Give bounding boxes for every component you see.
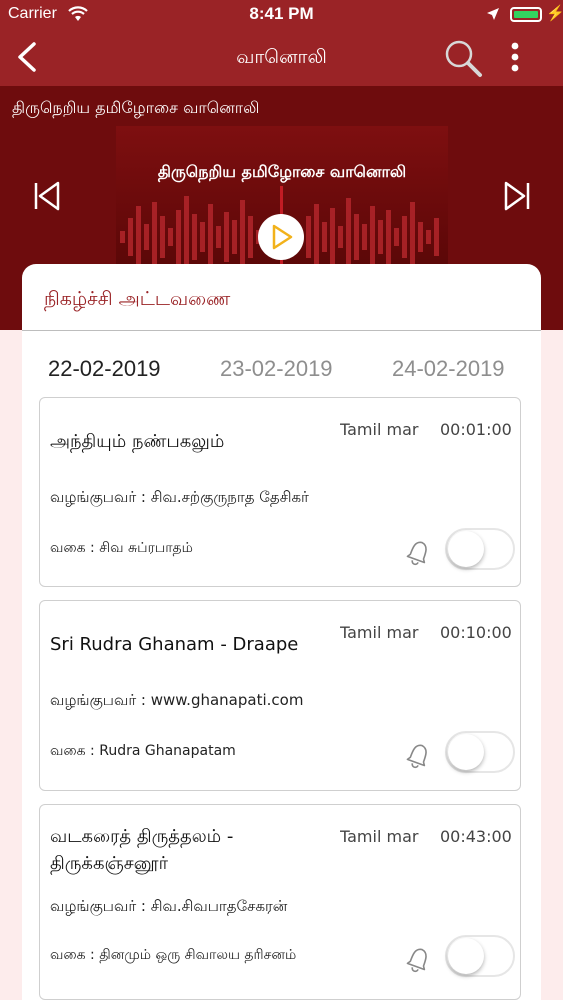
program-host: வழங்குபவர் : சிவ.சிவபாதசேகரன் xyxy=(50,897,288,915)
program-title: வடகரைத் திருத்தலம் - திருக்கஞ்சனூர் xyxy=(50,826,234,874)
charging-icon: ⚡ xyxy=(546,5,563,22)
reminder-toggle[interactable] xyxy=(445,731,515,773)
toggle-knob xyxy=(448,734,484,770)
previous-track-icon[interactable] xyxy=(32,180,62,212)
program-title: அந்தியும் நண்பகலும் xyxy=(50,431,225,452)
location-arrow-icon xyxy=(487,8,499,20)
date-tab[interactable]: 23-02-2019 xyxy=(220,356,333,382)
battery-icon xyxy=(510,7,542,22)
program-title: Sri Rudra Ghanam - Draape xyxy=(50,634,299,655)
program-language: Tamil mar xyxy=(340,420,419,439)
date-tab-selected[interactable]: 22-02-2019 xyxy=(48,356,161,382)
program-genre: வகை : Rudra Ghanapatam xyxy=(50,743,236,759)
program-host: வழங்குபவர் : www.ghanapati.com xyxy=(50,691,304,709)
date-tab[interactable]: 24-02-2019 xyxy=(392,356,505,382)
program-genre: வகை : சிவ சுப்ரபாதம் xyxy=(50,540,193,556)
reminder-toggle[interactable] xyxy=(445,935,515,977)
schedule-heading: நிகழ்ச்சி அட்டவணை xyxy=(44,288,231,310)
program-duration: 00:10:00 xyxy=(440,623,512,642)
program-language: Tamil mar xyxy=(340,623,419,642)
schedule-header: நிகழ்ச்சி அட்டவணை xyxy=(22,264,541,330)
bell-icon[interactable] xyxy=(404,737,434,769)
status-bar: Carrier 8:41 PM ⚡ xyxy=(0,0,563,30)
nav-bar: வானொலி xyxy=(0,30,563,86)
program-host: வழங்குபவர் : சிவ.சற்குருநாத தேசிகர் xyxy=(50,488,309,506)
station-name: திருநெறிய தமிழோசை வானொலி xyxy=(12,98,260,117)
toggle-knob xyxy=(448,938,484,974)
date-selector: 22-02-2019 23-02-2019 24-02-2019 xyxy=(22,356,541,386)
play-icon xyxy=(272,224,293,250)
program-genre: வகை : தினமும் ஒரு சிவாலய தரிசனம் xyxy=(50,947,297,963)
more-vertical-icon[interactable] xyxy=(505,42,525,74)
program-language: Tamil mar xyxy=(340,827,419,846)
program-card[interactable]: வடகரைத் திருத்தலம் - திருக்கஞ்சனூர் Tami… xyxy=(39,804,521,1000)
bell-icon[interactable] xyxy=(404,941,434,973)
next-track-icon[interactable] xyxy=(502,180,532,212)
program-card[interactable]: Sri Rudra Ghanam - Draape Tamil mar 00:1… xyxy=(39,600,521,791)
program-card[interactable]: அந்தியும் நண்பகலும் Tamil mar 00:01:00 வ… xyxy=(39,397,521,587)
program-duration: 00:43:00 xyxy=(440,827,512,846)
program-duration: 00:01:00 xyxy=(440,420,512,439)
artwork-title: திருநெறிய தமிழோசை வானொலி xyxy=(157,162,407,181)
clock: 8:41 PM xyxy=(249,4,314,23)
bell-icon[interactable] xyxy=(404,534,434,566)
toggle-knob xyxy=(448,531,484,567)
search-icon[interactable] xyxy=(443,38,483,78)
play-button[interactable] xyxy=(258,214,304,260)
reminder-toggle[interactable] xyxy=(445,528,515,570)
